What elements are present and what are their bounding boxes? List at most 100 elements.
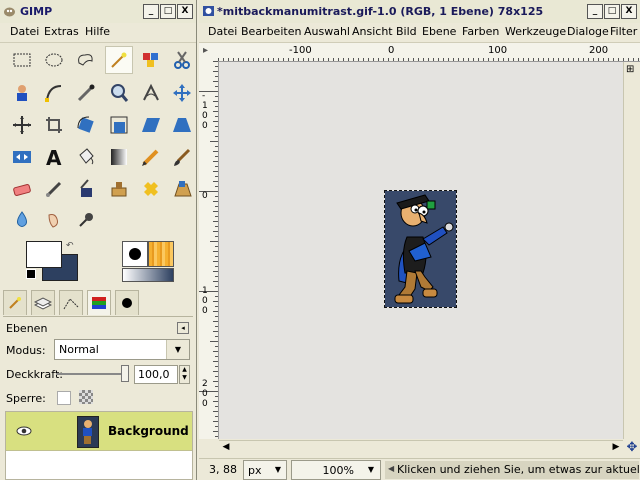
minimize-button[interactable]: _: [143, 4, 159, 19]
layer-name: Background: [108, 424, 189, 438]
minimize-button[interactable]: _: [587, 4, 603, 19]
menu-ansicht[interactable]: Ansicht: [352, 25, 393, 38]
scroll-left-arrow[interactable]: ◀: [219, 442, 233, 455]
smudge-icon[interactable]: [40, 206, 68, 234]
zoom-select[interactable]: 100% ▼: [291, 460, 381, 480]
zoom-icon[interactable]: [105, 79, 133, 107]
close-button[interactable]: X: [177, 4, 193, 19]
scissors-icon[interactable]: [168, 46, 196, 74]
text-icon[interactable]: A: [40, 143, 68, 171]
fuzzy-select-icon[interactable]: [105, 46, 133, 74]
free-select-icon[interactable]: [72, 46, 100, 74]
blend-icon[interactable]: [105, 143, 133, 171]
rect-select-icon[interactable]: [8, 46, 36, 74]
tab-tool-options[interactable]: [3, 290, 27, 315]
ink-icon[interactable]: [72, 175, 100, 203]
menu-hilfe[interactable]: Hilfe: [85, 25, 110, 38]
tab-layers[interactable]: [31, 290, 55, 315]
unit-value: px: [248, 464, 262, 477]
perspective-clone-icon[interactable]: [168, 175, 196, 203]
dodge-burn-icon[interactable]: [72, 206, 100, 234]
chevron-down-icon[interactable]: ▼: [166, 340, 189, 359]
perspective-icon[interactable]: [168, 111, 196, 139]
bucket-fill-icon[interactable]: [72, 143, 100, 171]
eraser-icon[interactable]: [8, 175, 36, 203]
menu-ebene[interactable]: Ebene: [422, 25, 456, 38]
navigate-icon[interactable]: ✥: [624, 440, 640, 456]
tab-brushes[interactable]: [115, 290, 139, 315]
scale-icon[interactable]: [105, 111, 133, 139]
menu-werkzeuge[interactable]: Werkzeuge: [505, 25, 566, 38]
color-area[interactable]: ↶: [26, 241, 78, 281]
navigate-icon[interactable]: ⊞: [626, 64, 638, 76]
shear-icon[interactable]: [137, 111, 165, 139]
rotate-icon[interactable]: [72, 111, 100, 139]
menu-auswahl[interactable]: Auswahl: [304, 25, 350, 38]
paintbrush-icon[interactable]: [168, 143, 196, 171]
move-icon[interactable]: [168, 79, 196, 107]
quick-mask-corner[interactable]: ▸: [199, 43, 219, 62]
default-colors-icon[interactable]: [26, 269, 36, 279]
tab-channels[interactable]: [87, 290, 111, 315]
dialog-menu-icon[interactable]: ◂: [177, 322, 189, 334]
airbrush-icon[interactable]: [40, 175, 68, 203]
unit-select[interactable]: px ▼: [243, 460, 287, 480]
layer-row[interactable]: Background: [6, 412, 192, 451]
measure-icon[interactable]: [137, 79, 165, 107]
color-select-icon[interactable]: [137, 46, 165, 74]
menu-filter[interactable]: Filter: [610, 25, 637, 38]
mode-select[interactable]: Normal ▼: [54, 339, 190, 360]
opacity-input[interactable]: 100,0: [134, 365, 178, 384]
paths-icon[interactable]: [40, 79, 68, 107]
menu-bearbeiten[interactable]: Bearbeiten: [241, 25, 301, 38]
cancel-icon[interactable]: ◀: [388, 464, 394, 473]
canvas-area[interactable]: [219, 62, 623, 439]
flip-icon[interactable]: [8, 143, 36, 171]
close-button[interactable]: X: [621, 4, 637, 19]
opacity-spinner[interactable]: ▲ ▼: [179, 365, 190, 384]
vertical-ruler[interactable]: -100 0 100 200: [199, 61, 219, 439]
toolbox-window: GIMP _ □ X Datei Extras Hilfe A ↶ Ebenen…: [0, 0, 197, 480]
menu-extras[interactable]: Extras: [44, 25, 79, 38]
lock-pixels-checkbox[interactable]: [57, 391, 71, 405]
ruler-label: 100: [202, 286, 208, 316]
color-picker-icon[interactable]: [72, 79, 100, 107]
heal-icon[interactable]: [137, 175, 165, 203]
menu-bild[interactable]: Bild: [396, 25, 417, 38]
menu-datei[interactable]: Datei: [10, 25, 39, 38]
scroll-right-arrow[interactable]: ▶: [609, 442, 623, 455]
blur-icon[interactable]: [8, 206, 36, 234]
image-canvas[interactable]: [384, 190, 457, 308]
pointer-coordinates: 3, 88: [209, 463, 237, 476]
menu-datei[interactable]: Datei: [208, 25, 237, 38]
horizontal-scrollbar[interactable]: ◀ ▶: [219, 440, 623, 457]
lock-label: Sperre:: [6, 392, 46, 405]
ellipse-select-icon[interactable]: [40, 46, 68, 74]
menu-farben[interactable]: Farben: [462, 25, 499, 38]
toolbox-titlebar[interactable]: GIMP _ □ X: [0, 0, 196, 24]
vertical-scrollbar[interactable]: ⊞: [623, 62, 640, 439]
lock-alpha-icon[interactable]: [79, 390, 93, 404]
crop-icon[interactable]: [40, 111, 68, 139]
align-icon[interactable]: [8, 111, 36, 139]
tab-paths[interactable]: [59, 290, 83, 315]
brush-pattern-gradient-area[interactable]: [122, 241, 174, 282]
swap-colors-icon[interactable]: ↶: [66, 241, 74, 251]
opacity-slider-track[interactable]: [56, 373, 126, 375]
opacity-slider-handle[interactable]: [121, 365, 129, 382]
brush-preview[interactable]: [122, 241, 148, 267]
layers-icon: [34, 297, 52, 310]
paths-icon: [63, 298, 79, 310]
maximize-button[interactable]: □: [160, 4, 176, 19]
gradient-preview[interactable]: [122, 268, 174, 282]
menu-dialoge[interactable]: Dialoge: [567, 25, 609, 38]
image-titlebar[interactable]: *mitbackmanumitrast.gif-1.0 (RGB, 1 Eben…: [199, 0, 640, 24]
pencil-icon[interactable]: [137, 143, 165, 171]
eye-icon[interactable]: [16, 425, 32, 437]
clone-icon[interactable]: [105, 175, 133, 203]
foreground-select-icon[interactable]: [8, 79, 36, 107]
pattern-preview[interactable]: [148, 241, 174, 267]
foreground-color-swatch[interactable]: [26, 241, 62, 268]
maximize-button[interactable]: □: [604, 4, 620, 19]
horizontal-ruler[interactable]: -100 0 100 200: [218, 43, 640, 62]
